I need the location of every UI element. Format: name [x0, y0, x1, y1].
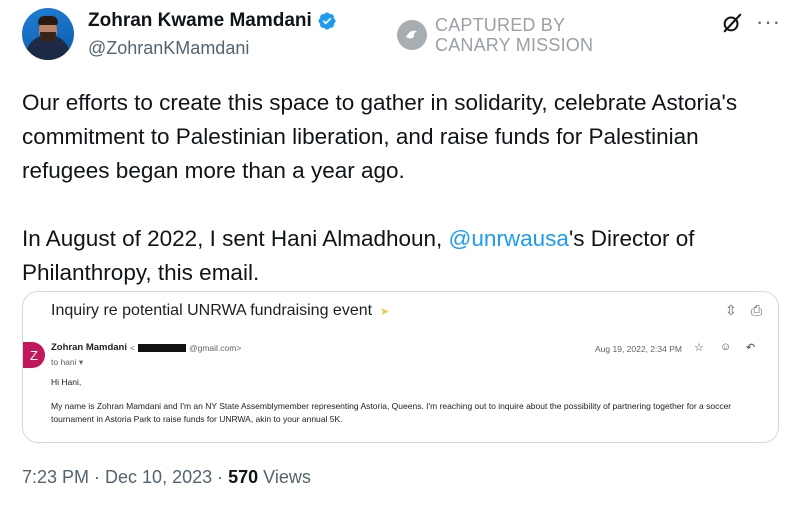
email-subject-row: Inquiry re potential UNRWA fundraising e… — [51, 302, 389, 320]
tweet-paragraph-2: In August of 2022, I sent Hani Almadhoun… — [22, 222, 782, 290]
email-date: Aug 19, 2022, 2:34 PM — [595, 344, 682, 354]
tweet-paragraph-2-start: In August of 2022, I sent Hani Almadhoun… — [22, 226, 449, 251]
author-name-row[interactable]: Zohran Kwame Mamdani — [88, 10, 337, 32]
watermark-line-2: CANARY MISSION — [435, 35, 594, 55]
expand-icon: ⇳ — [725, 302, 737, 318]
grok-icon[interactable] — [721, 12, 743, 34]
author-handle[interactable]: @ZohranKMamdani — [88, 38, 249, 59]
email-screenshot-image[interactable]: Inquiry re potential UNRWA fundraising e… — [22, 291, 779, 443]
emoji-icon: ☺ — [720, 341, 732, 353]
important-marker-icon: ➤ — [380, 305, 390, 318]
recipient-line: to hani ▾ — [51, 357, 84, 367]
watermark-line-1: CAPTURED BY — [435, 15, 566, 35]
email-greeting: Hi Hani, — [51, 377, 82, 387]
author-name[interactable]: Zohran Kwame Mamdani — [88, 10, 312, 32]
tweet-meta: 7:23 PM · Dec 10, 2023 · 570 Views — [22, 467, 311, 488]
view-count: 570 — [228, 467, 259, 487]
canary-mission-watermark: CAPTURED BY CANARY MISSION — [397, 15, 593, 55]
mention-link[interactable]: @unrwausa — [449, 226, 569, 251]
sender-avatar: Z — [23, 342, 45, 368]
star-icon: ☆ — [694, 342, 704, 354]
sender-email-prefix: < — [130, 342, 135, 353]
more-icon[interactable]: ··· — [756, 9, 781, 35]
tweet-timestamp[interactable]: 7:23 PM · Dec 10, 2023 · — [22, 467, 228, 487]
canary-mission-logo-icon — [397, 20, 427, 50]
email-subject: Inquiry re potential UNRWA fundraising e… — [51, 302, 373, 319]
sender-name: Zohran Mamdani — [51, 342, 128, 353]
verified-badge-icon — [318, 12, 336, 30]
sender-email-domain: @gmail.com> — [188, 342, 242, 353]
views-label: Views — [258, 467, 311, 487]
author-avatar[interactable] — [22, 8, 74, 60]
print-icon: ⎙ — [751, 302, 763, 318]
reply-icon: ↶ — [746, 342, 756, 354]
sender-line: Zohran Mamdani < @gmail.com> — [51, 342, 241, 353]
redaction-bar — [137, 343, 186, 352]
email-body-text: My name is Zohran Mamdani and I'm an NY … — [51, 401, 732, 424]
email-body: Hi Hani, My name is Zohran Mamdani and I… — [51, 376, 766, 426]
tweet-text: Our efforts to create this space to gath… — [22, 86, 782, 290]
tweet-paragraph-1: Our efforts to create this space to gath… — [22, 90, 738, 183]
